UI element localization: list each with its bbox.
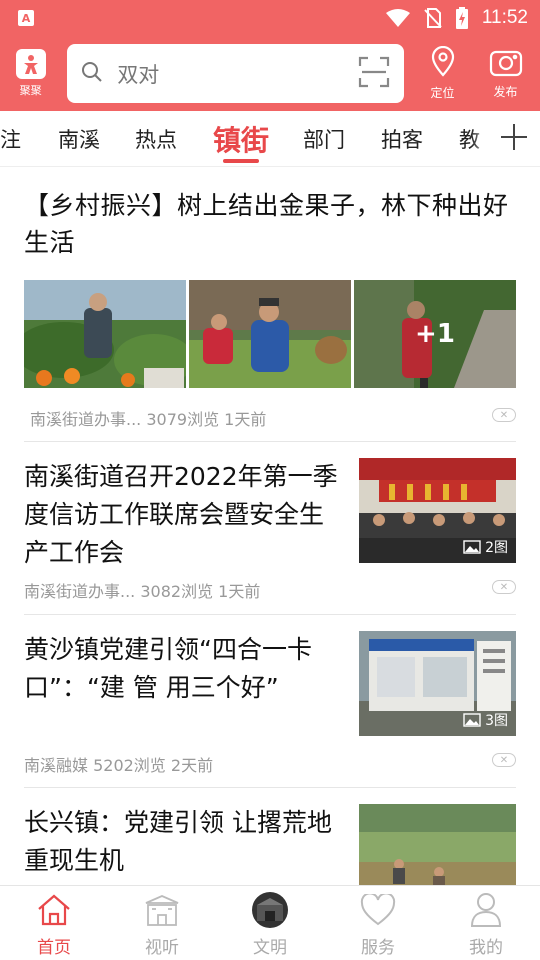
image-count: 2图 bbox=[485, 540, 508, 556]
location-pin-icon bbox=[429, 45, 457, 82]
news-meta: 南溪街道办事... 3079浏览 1天前 bbox=[30, 410, 267, 429]
app-logo[interactable]: 聚聚 bbox=[14, 49, 47, 98]
image-icon bbox=[463, 713, 481, 727]
news-item[interactable]: 长兴镇：党建引领 让撂荒地重现生机 bbox=[24, 788, 516, 885]
news-item[interactable]: 黄沙镇党建引领“四合一卡口”：“建 管 用三个好” 3图 南溪融媒 5202浏览… bbox=[24, 615, 516, 788]
logo-icon bbox=[15, 49, 46, 79]
news-title: 黄沙镇党建引领“四合一卡口”：“建 管 用三个好” bbox=[24, 635, 312, 702]
wifi-icon bbox=[385, 9, 410, 27]
channel-tabs: 注 南溪 热点 镇街 部门 拍客 教 bbox=[0, 111, 540, 167]
news-meta: 南溪融媒 5202浏览 2天前 bbox=[24, 756, 214, 775]
image-count-badge: 2图 bbox=[463, 537, 508, 557]
news-meta: 南溪街道办事... 3082浏览 1天前 bbox=[24, 582, 261, 601]
tabbar-media-label: 视听 bbox=[145, 938, 179, 958]
app-header: 聚聚 双对 定位 发布 bbox=[0, 36, 540, 111]
tab-departments[interactable]: 部门 bbox=[303, 111, 345, 166]
publish-label: 发布 bbox=[493, 85, 518, 99]
image-icon bbox=[463, 540, 481, 554]
dismiss-button[interactable]: ✕ bbox=[492, 753, 516, 767]
tabbar-media[interactable]: 视听 bbox=[108, 886, 216, 960]
tabbar-civilization[interactable]: 文明 bbox=[216, 886, 324, 960]
news-title: 长兴镇：党建引领 让撂荒地重现生机 bbox=[24, 808, 332, 875]
news-image bbox=[189, 280, 351, 388]
more-images-count: +1 bbox=[354, 280, 516, 388]
heart-icon bbox=[360, 891, 396, 929]
tabbar-civilization-label: 文明 bbox=[253, 938, 287, 958]
search-input[interactable]: 双对 bbox=[67, 44, 404, 103]
building-icon bbox=[142, 891, 182, 929]
tab-paike[interactable]: 拍客 bbox=[381, 111, 423, 166]
news-image: +1 bbox=[354, 280, 516, 388]
avatar-icon bbox=[251, 891, 289, 929]
image-count-badge: 3图 bbox=[463, 710, 508, 730]
add-channel-button[interactable] bbox=[488, 111, 540, 166]
dismiss-button[interactable]: ✕ bbox=[492, 580, 516, 594]
news-title: 【乡村振兴】树上结出金果子，林下种出好生活 bbox=[24, 191, 509, 257]
news-thumbnail: 3图 bbox=[359, 631, 516, 736]
app-notification-icon: A bbox=[18, 10, 34, 26]
home-icon bbox=[36, 891, 72, 929]
news-title: 南溪街道召开2022年第一季度信访工作联席会暨安全生产工作会 bbox=[24, 462, 338, 567]
image-count: 3图 bbox=[485, 713, 508, 729]
news-item[interactable]: 【乡村振兴】树上结出金果子，林下种出好生活 +1 南溪街道办事... 3079浏… bbox=[24, 167, 516, 442]
news-thumbnail: 2图 bbox=[359, 458, 516, 563]
news-thumbnail bbox=[359, 804, 516, 885]
tabbar-service[interactable]: 服务 bbox=[324, 886, 432, 960]
logo-label: 聚聚 bbox=[19, 84, 42, 97]
tab-nanxi[interactable]: 南溪 bbox=[58, 111, 100, 166]
tab-follow[interactable]: 注 bbox=[0, 111, 21, 166]
tabbar-service-label: 服务 bbox=[361, 938, 395, 958]
search-icon bbox=[81, 61, 103, 87]
user-icon bbox=[470, 891, 502, 929]
plus-icon bbox=[500, 123, 528, 155]
scan-icon[interactable] bbox=[358, 56, 390, 92]
camera-icon bbox=[489, 47, 523, 81]
tabbar-home[interactable]: 首页 bbox=[0, 886, 108, 960]
tabbar-mine-label: 我的 bbox=[469, 938, 503, 958]
status-time: 11:52 bbox=[481, 7, 528, 28]
no-sim-icon bbox=[424, 8, 442, 28]
location-label: 定位 bbox=[430, 86, 455, 100]
news-feed[interactable]: 【乡村振兴】树上结出金果子，林下种出好生活 +1 南溪街道办事... 3079浏… bbox=[0, 167, 540, 885]
tab-education[interactable]: 教 bbox=[459, 111, 480, 166]
tabbar-home-label: 首页 bbox=[37, 938, 71, 958]
news-item[interactable]: 南溪街道召开2022年第一季度信访工作联席会暨安全生产工作会 2图 南溪街道办事… bbox=[24, 442, 516, 615]
bottom-tabbar: 首页 视听 文明 服务 我的 bbox=[0, 885, 540, 960]
tab-hot[interactable]: 热点 bbox=[135, 111, 177, 166]
search-placeholder: 双对 bbox=[117, 62, 160, 87]
battery-icon bbox=[455, 7, 468, 29]
tabbar-mine[interactable]: 我的 bbox=[432, 886, 540, 960]
tab-towns[interactable]: 镇街 bbox=[213, 111, 269, 166]
publish-button[interactable]: 发布 bbox=[481, 47, 530, 100]
location-button[interactable]: 定位 bbox=[418, 45, 467, 101]
news-image bbox=[24, 280, 186, 388]
dismiss-button[interactable]: ✕ bbox=[492, 408, 516, 422]
status-bar: A 11:52 bbox=[0, 0, 540, 36]
